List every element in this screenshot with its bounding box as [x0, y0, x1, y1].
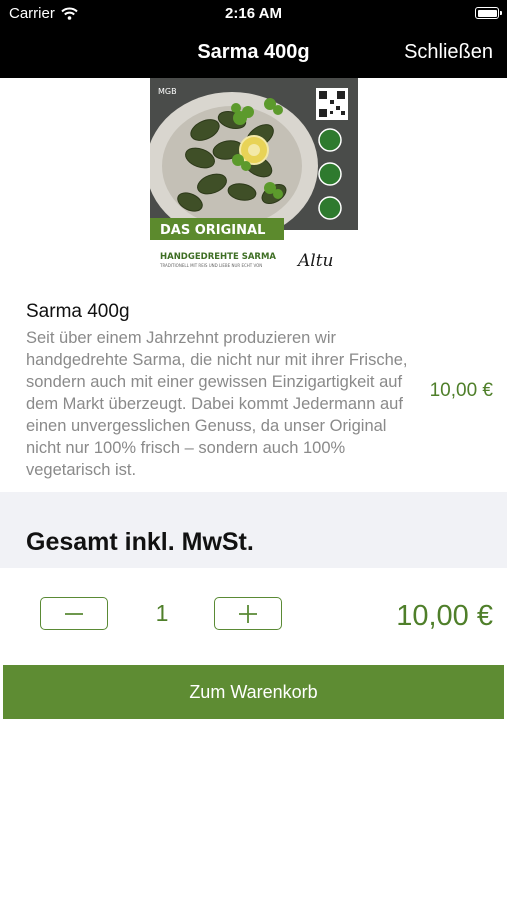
status-time: 2:16 AM: [225, 5, 282, 22]
total-section: Gesamt inkl. MwSt.: [0, 492, 507, 568]
decrease-quantity-button[interactable]: [40, 597, 108, 630]
nav-bar: Sarma 400g Schließen: [0, 28, 507, 78]
product-row: Sarma 400g Seit über einem Jahrzehnt pro…: [0, 296, 507, 493]
product-name: Sarma 400g: [26, 301, 130, 322]
product-description: Seit über einem Jahrzehnt produzieren wi…: [26, 329, 408, 479]
total-price: 10,00 €: [396, 600, 493, 632]
total-label: Gesamt inkl. MwSt.: [26, 528, 254, 556]
image-caption-subtitle: TRADITIONELL MIT REIS UND LIEBE NUR ECHT…: [159, 263, 262, 268]
image-banner: DAS ORIGINAL: [160, 223, 265, 238]
battery-icon: [475, 7, 502, 19]
product-image: MGB DAS ORIGINAL HANDGEDREHTE SARMA TRAD…: [146, 78, 358, 274]
quantity-value: 1: [155, 600, 169, 626]
image-signature: Altu: [296, 251, 334, 271]
product-price: 10,00 €: [429, 380, 493, 401]
image-caption-title: HANDGEDREHTE SARMA: [160, 252, 276, 262]
brand-badge: MGB: [158, 87, 177, 96]
increase-quantity-button[interactable]: [214, 597, 282, 630]
add-to-cart-button[interactable]: Zum Warenkorb: [3, 665, 504, 719]
minus-icon: [65, 613, 83, 615]
close-button[interactable]: Schließen: [404, 41, 493, 64]
add-to-cart-label: Zum Warenkorb: [189, 681, 318, 702]
plus-icon: [239, 605, 257, 623]
status-bar: Carrier 2:16 AM: [0, 0, 507, 28]
